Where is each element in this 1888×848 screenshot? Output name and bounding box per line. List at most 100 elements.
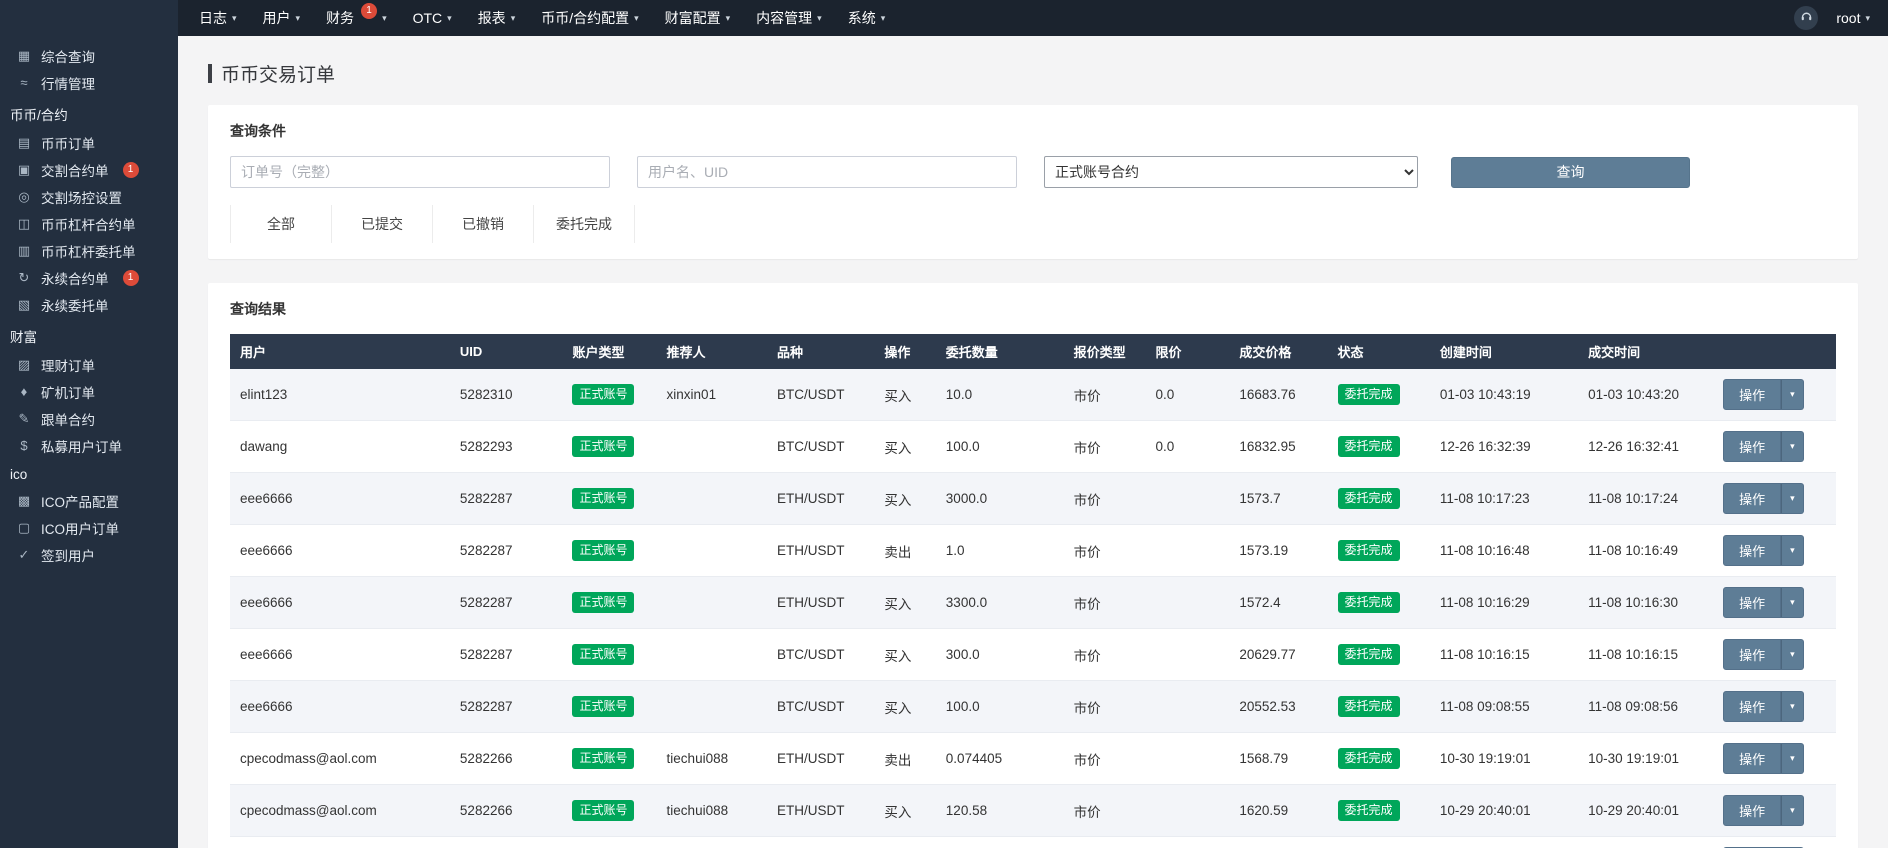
sidebar-item-7[interactable]: ◫币币杠杆合约单 [0,210,178,237]
sidebar-section-header-3: 币币/合约 [0,96,178,129]
account-type-badge: 正式账号 [572,800,634,820]
action-button[interactable]: 操作 [1723,587,1781,618]
nav-item-1[interactable]: 日志▾ [186,0,250,36]
cell-referrer [657,421,767,473]
nav-item-2[interactable]: 用户▾ [250,0,314,36]
user-menu[interactable]: root ▾ [1832,0,1874,36]
action-dropdown-toggle[interactable]: ▾ [1781,743,1804,774]
search-button[interactable]: 查询 [1451,157,1690,188]
cell-user: cpecodmass@aol.com [230,733,450,785]
column-header: 创建时间 [1430,334,1578,369]
action-button-group: 操作▾ [1723,691,1804,722]
sidebar-item-9[interactable]: ↻永续合约单1 [0,264,178,291]
sidebar-item-1[interactable]: ▦综合查询 [0,42,178,69]
table-row: cpecodmass@aol.com5282266正式账号tiechui088E… [230,785,1836,837]
account-type-select[interactable]: 正式账号合约 [1044,156,1418,188]
table-row: elint1235282310正式账号xinxin01BTC/USDT买入10.… [230,369,1836,421]
action-button[interactable]: 操作 [1723,431,1781,462]
cell-referrer [657,629,767,681]
cell-symbol: BTC/USDT [767,629,874,681]
cell-amount: 10.0 [936,369,1064,421]
sidebar-item-14[interactable]: ✎跟单合约 [0,405,178,432]
sidebar-item-10[interactable]: ▧永续委托单 [0,291,178,318]
chevron-down-icon: ▾ [1790,649,1795,659]
cell-amount: 3000.0 [936,473,1064,525]
nav-item-label: 日志 [199,8,227,28]
perpetual-delegate-icon: ▧ [16,297,32,313]
action-button[interactable]: 操作 [1723,795,1781,826]
sidebar-item-12[interactable]: ▨理财订单 [0,351,178,378]
cell-user: eee6666 [230,629,450,681]
cell-uid: 5282287 [450,525,563,577]
action-button[interactable]: 操作 [1723,379,1781,410]
nav-item-3[interactable]: 财务1▾ [313,0,400,36]
cell-price-type: 市价 [1064,525,1146,577]
cell-account-type: 正式账号 [562,473,656,525]
sidebar-item-2[interactable]: ≈行情管理 [0,69,178,96]
action-button[interactable]: 操作 [1723,639,1781,670]
nav-item-6[interactable]: 币币/合约配置▾ [528,0,651,36]
table-row: eee66665282287正式账号ETH/USDT买入3300.0市价1572… [230,577,1836,629]
sidebar-item-label: ICO产品配置 [41,491,119,511]
sidebar-item-label: 跟单合约 [41,409,95,429]
action-dropdown-toggle[interactable]: ▾ [1781,431,1804,462]
status-tab-2[interactable]: 已提交 [332,205,433,243]
notification-badge: 1 [123,270,139,286]
action-button[interactable]: 操作 [1723,743,1781,774]
cell-side: 卖出 [874,837,935,848]
status-tab-3[interactable]: 已撤销 [433,205,534,243]
sidebar-item-8[interactable]: ▥币币杠杆委托单 [0,237,178,264]
column-header: 报价类型 [1064,334,1146,369]
sidebar-item-label: 签到用户 [41,545,95,565]
action-button[interactable]: 操作 [1723,535,1781,566]
sidebar-item-13[interactable]: ♦矿机订单 [0,378,178,405]
sidebar-item-label: 理财订单 [41,355,95,375]
cell-created-time: 11-08 09:08:55 [1430,681,1578,733]
sidebar-item-19[interactable]: ✓签到用户 [0,541,178,568]
nav-item-5[interactable]: 报表▾ [465,0,529,36]
cell-status: 委托完成 [1328,733,1430,785]
order-id-input[interactable] [230,156,610,188]
action-button[interactable]: 操作 [1723,691,1781,722]
cell-actions: 操作▾ [1713,785,1836,837]
status-tabs: 全部已提交已撤销委托完成 [230,205,1836,243]
filters-row: 正式账号合约 查询 [230,156,1836,188]
cell-referrer [657,473,767,525]
cell-status: 委托完成 [1328,629,1430,681]
cell-account-type: 正式账号 [562,421,656,473]
status-tab-1[interactable]: 全部 [231,205,332,243]
status-tab-4[interactable]: 委托完成 [534,205,635,243]
sidebar-item-4[interactable]: ▤币币订单 [0,129,178,156]
support-button[interactable] [1794,6,1818,30]
nav-item-8[interactable]: 内容管理▾ [743,0,835,36]
cell-actions: 操作▾ [1713,681,1836,733]
sidebar-item-17[interactable]: ▩ICO产品配置 [0,487,178,514]
cell-limit-price [1145,473,1229,525]
cell-created-time: 10-16 06:54:52 [1430,837,1578,848]
action-dropdown-toggle[interactable]: ▾ [1781,639,1804,670]
action-dropdown-toggle[interactable]: ▾ [1781,587,1804,618]
cell-account-type: 正式账号 [562,369,656,421]
action-dropdown-toggle[interactable]: ▾ [1781,691,1804,722]
nav-item-7[interactable]: 财富配置▾ [652,0,744,36]
cell-account-type: 正式账号 [562,525,656,577]
cell-actions: 操作▾ [1713,473,1836,525]
action-dropdown-toggle[interactable]: ▾ [1781,795,1804,826]
cell-uid: 5282293 [450,421,563,473]
username-uid-input[interactable] [637,156,1017,188]
sidebar-item-5[interactable]: ▣交割合约单1 [0,156,178,183]
action-dropdown-toggle[interactable]: ▾ [1781,483,1804,514]
sidebar-item-18[interactable]: ▢ICO用户订单 [0,514,178,541]
cell-status: 委托完成 [1328,525,1430,577]
action-dropdown-toggle[interactable]: ▾ [1781,379,1804,410]
sidebar-item-6[interactable]: ◎交割场控设置 [0,183,178,210]
chevron-down-icon: ▾ [1790,441,1795,451]
sidebar-item-15[interactable]: $私募用户订单 [0,432,178,459]
action-button[interactable]: 操作 [1723,483,1781,514]
cell-actions: 操作▾ [1713,577,1836,629]
orders-table: 用户UID账户类型推荐人品种操作委托数量报价类型限价成交价格状态创建时间成交时间… [230,334,1836,848]
cell-symbol: BTC/USDT [767,421,874,473]
nav-item-4[interactable]: OTC▾ [400,0,465,36]
nav-item-9[interactable]: 系统▾ [835,0,899,36]
action-dropdown-toggle[interactable]: ▾ [1781,535,1804,566]
